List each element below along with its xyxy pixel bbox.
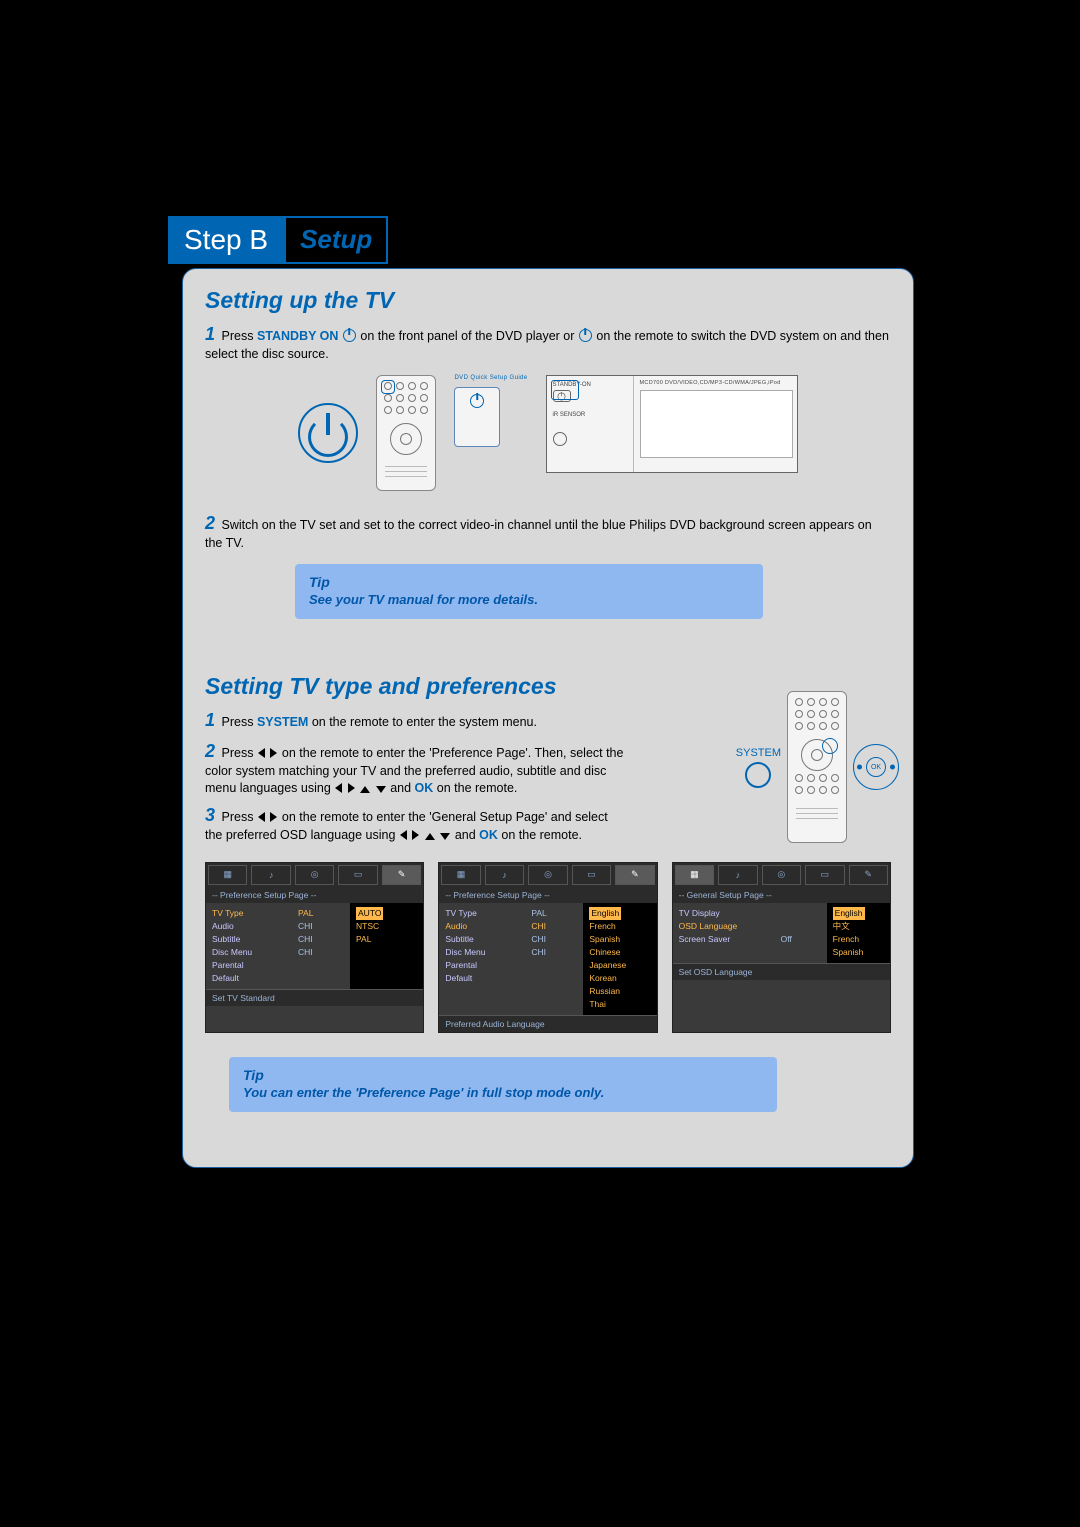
system-text: SYSTEM bbox=[257, 715, 308, 729]
osd-tab-icon: ▭ bbox=[338, 865, 377, 885]
dvd-display bbox=[640, 390, 793, 458]
osd-values: PAL CHI CHI CHI bbox=[292, 903, 350, 989]
step-badge-right: Setup bbox=[284, 216, 388, 264]
step-badge-left: Step B bbox=[168, 216, 284, 264]
down-arrow-icon bbox=[376, 786, 386, 793]
system-label: SYSTEM bbox=[736, 747, 781, 759]
tip-title: Tip bbox=[309, 574, 749, 590]
ok-text: OK bbox=[415, 781, 434, 795]
step-number-1: 1 bbox=[205, 324, 215, 344]
right-arrow-icon bbox=[348, 783, 355, 793]
osd-header: -- General Setup Page -- bbox=[673, 887, 890, 903]
power-icon bbox=[470, 394, 484, 408]
osd-values: PAL CHI CHI CHI bbox=[525, 903, 583, 1015]
osd-tab-icon: ◎ bbox=[295, 865, 334, 885]
big-power-icon bbox=[298, 403, 358, 463]
osd-tab-icon: ✎ bbox=[382, 865, 421, 885]
ok-text: OK bbox=[479, 828, 498, 842]
osd-preference-audio: ▦ ♪ ◎ ▭ ✎ -- Preference Setup Page -- TV… bbox=[438, 862, 657, 1033]
down-arrow-icon bbox=[440, 833, 450, 840]
ok-center-icon: OK bbox=[866, 757, 886, 777]
right-arrow-icon bbox=[270, 812, 277, 822]
tip-title: Tip bbox=[243, 1067, 763, 1083]
osd-tab-icon: ◎ bbox=[528, 865, 567, 885]
system-button-icon bbox=[745, 762, 771, 788]
left-arrow-icon bbox=[258, 748, 265, 758]
osd-tab-icon: ♪ bbox=[485, 865, 524, 885]
osd-labels: TV Type Audio Subtitle Disc Menu Parenta… bbox=[206, 903, 292, 989]
tip-box-1: Tip See your TV manual for more details. bbox=[295, 564, 763, 619]
left-arrow-icon bbox=[258, 812, 265, 822]
up-arrow-icon bbox=[360, 786, 370, 793]
right-arrow-icon bbox=[412, 830, 419, 840]
step-number-2: 2 bbox=[205, 513, 215, 533]
osd-tab-icon: ◎ bbox=[762, 865, 801, 885]
osd-labels: TV Display OSD Language Screen Saver bbox=[673, 903, 775, 963]
osd-general-osdlang: ▦ ♪ ◎ ▭ ✎ -- General Setup Page -- TV Di… bbox=[672, 862, 891, 1033]
osd-row: ▦ ♪ ◎ ▭ ✎ -- Preference Setup Page -- TV… bbox=[205, 862, 891, 1033]
osd-options: English French Spanish Chinese Japanese … bbox=[583, 903, 656, 1015]
section2: Setting TV type and preferences 1 Press … bbox=[205, 673, 891, 1112]
remote-power-closeup bbox=[454, 387, 500, 447]
dvd-ir-label: iR SENSOR bbox=[553, 412, 627, 418]
osd-footer: Set OSD Language bbox=[673, 963, 890, 980]
right-arrow-icon bbox=[270, 748, 277, 758]
dvd-player-illustration: STANDBY-ON iR SENSOR MCD700 DVD/VIDEO,CD… bbox=[546, 375, 798, 473]
osd-tab-icon: ♪ bbox=[718, 865, 757, 885]
dvd-model-label: MCD700 DVD/VIDEO,CD/MP3-CD/WMA/JPEG,iPod bbox=[640, 380, 791, 386]
section1-title: Setting up the TV bbox=[205, 287, 891, 314]
step-number-1: 1 bbox=[205, 710, 215, 730]
power-icon bbox=[579, 329, 592, 342]
section2-step2: 2 Press on the remote to enter the 'Pref… bbox=[205, 739, 625, 797]
osd-options: AUTO NTSC PAL bbox=[350, 903, 423, 989]
osd-labels: TV Type Audio Subtitle Disc Menu Parenta… bbox=[439, 903, 525, 1015]
osd-options: English 中文 French Spanish bbox=[827, 903, 890, 963]
osd-tab-icon: ✎ bbox=[615, 865, 654, 885]
ok-ring-illustration: OK bbox=[853, 744, 899, 790]
osd-tab-icon: ▦ bbox=[208, 865, 247, 885]
up-arrow-icon bbox=[425, 833, 435, 840]
step-number-2: 2 bbox=[205, 741, 215, 761]
step-number-3: 3 bbox=[205, 805, 215, 825]
section2-step3: 3 Press on the remote to enter the 'Gene… bbox=[205, 803, 625, 844]
section1-step2: 2 Switch on the TV set and set to the co… bbox=[205, 511, 891, 552]
remote-system-illustration: SYSTEM bbox=[736, 691, 899, 843]
osd-header: -- Preference Setup Page -- bbox=[439, 887, 656, 903]
dvd-standby-highlight bbox=[551, 380, 579, 400]
standby-on-text: STANDBY ON bbox=[257, 329, 339, 343]
section1-step1: 1 Press STANDBY ON on the front panel of… bbox=[205, 322, 891, 363]
remote-power-highlight bbox=[381, 380, 395, 394]
osd-footer: Set TV Standard bbox=[206, 989, 423, 1006]
osd-tab-icon: ✎ bbox=[849, 865, 888, 885]
osd-tab-icon: ▭ bbox=[805, 865, 844, 885]
content-panel: Setting up the TV 1 Press STANDBY ON on … bbox=[182, 268, 914, 1168]
osd-tab-icon: ♪ bbox=[251, 865, 290, 885]
osd-preference-tvtype: ▦ ♪ ◎ ▭ ✎ -- Preference Setup Page -- TV… bbox=[205, 862, 424, 1033]
power-icon bbox=[343, 329, 356, 342]
osd-values: Off bbox=[775, 903, 827, 963]
left-arrow-icon bbox=[400, 830, 407, 840]
remote-illustration bbox=[376, 375, 436, 491]
ir-sensor-icon bbox=[553, 432, 567, 446]
osd-tab-icon: ▦ bbox=[441, 865, 480, 885]
osd-tab-icon: ▭ bbox=[572, 865, 611, 885]
step-badge: Step B Setup bbox=[168, 216, 388, 264]
section2-step1: 1 Press SYSTEM on the remote to enter th… bbox=[205, 708, 625, 732]
system-button-highlight bbox=[822, 738, 838, 754]
osd-header: -- Preference Setup Page -- bbox=[206, 887, 423, 903]
remote-illustration bbox=[787, 691, 847, 843]
osd-tab-icon: ▦ bbox=[675, 865, 714, 885]
osd-footer: Preferred Audio Language bbox=[439, 1015, 656, 1032]
tip-body: See your TV manual for more details. bbox=[309, 592, 749, 607]
tip-box-2: Tip You can enter the 'Preference Page' … bbox=[229, 1057, 777, 1112]
section1-illustration: DVD Quick Setup Guide STANDBY-ON iR SENS… bbox=[205, 375, 891, 491]
left-arrow-icon bbox=[335, 783, 342, 793]
remote-closeup: DVD Quick Setup Guide bbox=[454, 375, 527, 447]
tip-body: You can enter the 'Preference Page' in f… bbox=[243, 1085, 763, 1100]
